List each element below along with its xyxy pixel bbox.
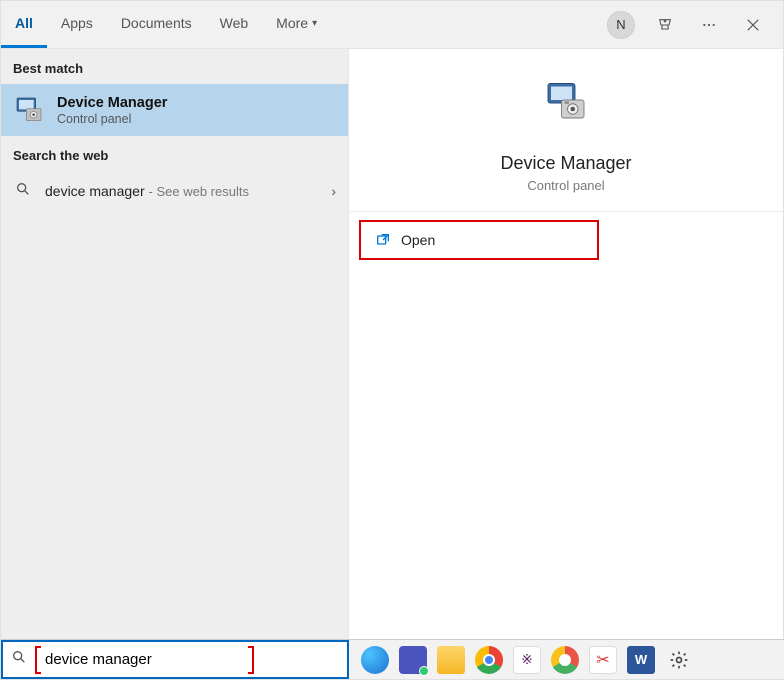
header-right: N (607, 11, 775, 39)
best-match-result[interactable]: Device Manager Control panel (1, 84, 348, 136)
tab-apps-label: Apps (61, 15, 93, 31)
search-input-highlight (35, 646, 254, 674)
close-button[interactable] (739, 11, 767, 39)
preview-header: Device Manager Control panel (349, 49, 783, 212)
search-input-wrap (35, 642, 339, 677)
results-sidebar: Best match Device Manager Control panel (1, 49, 349, 679)
chevron-down-icon: ▾ (312, 18, 317, 29)
best-match-subtitle: Control panel (57, 112, 167, 126)
open-label: Open (401, 232, 435, 248)
tab-all[interactable]: All (1, 1, 47, 48)
tab-documents-label: Documents (121, 15, 192, 31)
teams-icon[interactable] (399, 646, 427, 674)
web-result-hint: - See web results (149, 184, 249, 199)
best-match-heading: Best match (1, 49, 348, 84)
taskbar-strip: ※ ✂ W (1, 639, 784, 679)
best-match-text: Device Manager Control panel (57, 95, 167, 126)
web-result-row[interactable]: device manager - See web results › (1, 171, 348, 210)
settings-gear-icon[interactable] (665, 646, 693, 674)
body: Best match Device Manager Control panel (1, 49, 783, 679)
preview-actions: Open (349, 212, 783, 268)
more-options-icon[interactable] (695, 11, 723, 39)
tab-documents[interactable]: Documents (107, 1, 206, 48)
search-box[interactable] (1, 640, 349, 679)
rewards-icon[interactable] (651, 11, 679, 39)
search-icon (13, 181, 33, 200)
tab-more[interactable]: More ▾ (262, 1, 331, 48)
edge-icon[interactable] (361, 646, 389, 674)
chrome-beta-icon[interactable] (551, 646, 579, 674)
snip-icon[interactable]: ✂ (589, 646, 617, 674)
preview-pane: Device Manager Control panel Open (349, 49, 783, 679)
web-result-query: device manager (45, 183, 145, 199)
tab-web-label: Web (220, 15, 249, 31)
tab-more-label: More (276, 15, 308, 31)
web-result-hint-text: See web results (156, 184, 249, 199)
web-result-label: device manager - See web results (45, 183, 319, 199)
preview-subtitle: Control panel (359, 178, 773, 193)
device-manager-icon (13, 94, 45, 126)
scope-tabs: All Apps Documents Web More ▾ (1, 1, 331, 48)
tab-apps[interactable]: Apps (47, 1, 107, 48)
chrome-icon[interactable] (475, 646, 503, 674)
search-window: All Apps Documents Web More ▾ N (0, 0, 784, 680)
tab-web[interactable]: Web (206, 1, 263, 48)
tab-all-label: All (15, 15, 33, 31)
word-icon[interactable]: W (627, 646, 655, 674)
slack-icon[interactable]: ※ (513, 646, 541, 674)
chevron-right-icon: › (331, 183, 336, 199)
preview-icon (536, 79, 596, 139)
avatar-initial: N (616, 17, 625, 32)
taskbar-icons: ※ ✂ W (349, 640, 784, 679)
open-action[interactable]: Open (359, 220, 599, 260)
file-explorer-icon[interactable] (437, 646, 465, 674)
open-icon (375, 232, 391, 248)
search-input[interactable] (41, 646, 248, 674)
search-web-heading: Search the web (1, 136, 348, 171)
search-icon (11, 649, 27, 670)
avatar[interactable]: N (607, 11, 635, 39)
preview-title: Device Manager (359, 153, 773, 174)
header-bar: All Apps Documents Web More ▾ N (1, 1, 783, 49)
best-match-title: Device Manager (57, 95, 167, 111)
